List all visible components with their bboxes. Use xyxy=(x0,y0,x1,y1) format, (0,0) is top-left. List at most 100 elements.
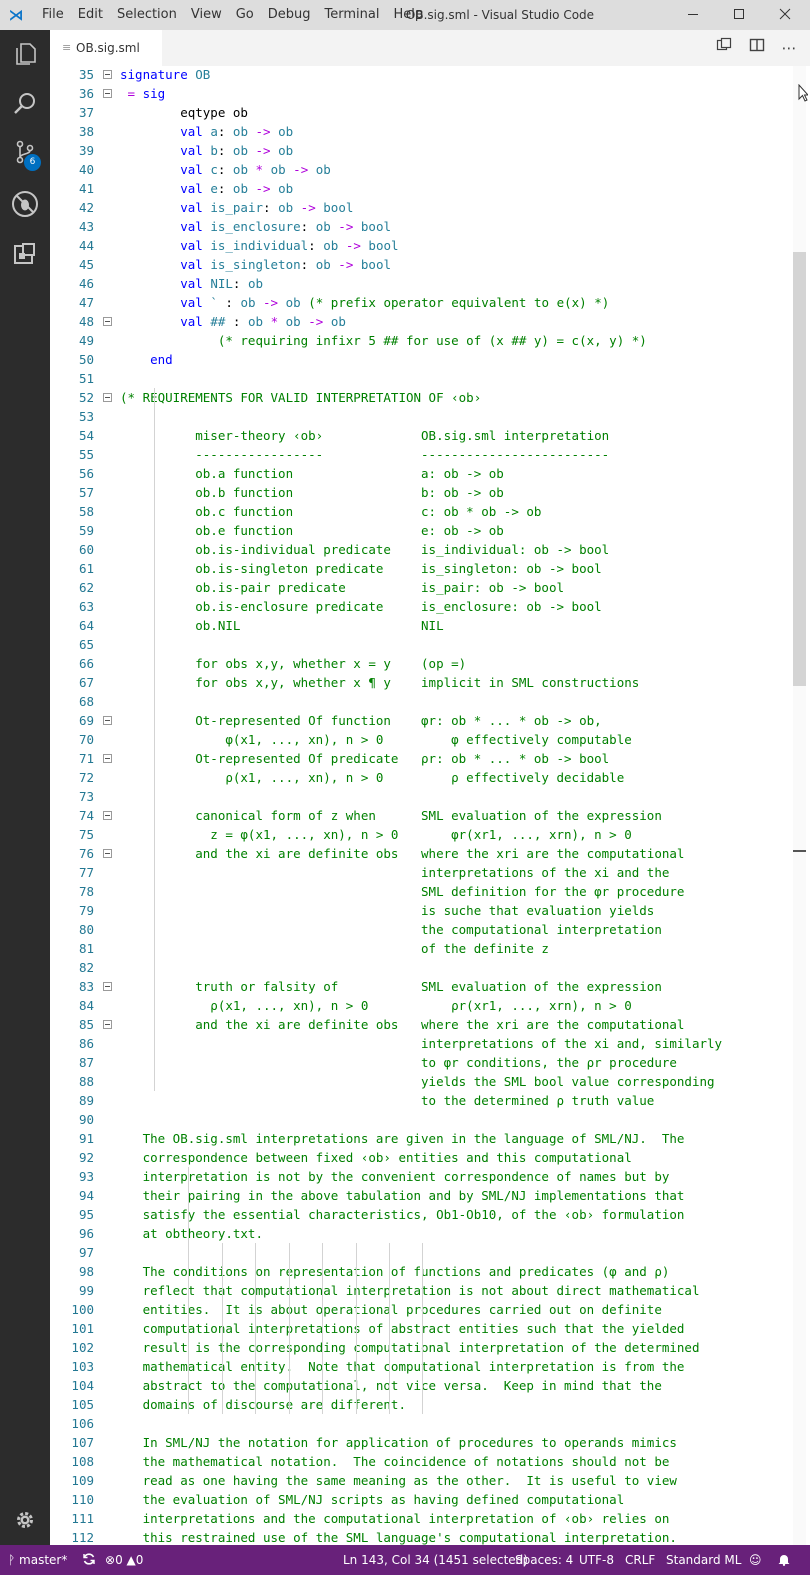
code-line[interactable]: 36 = sig xyxy=(50,84,800,103)
minimize-button[interactable] xyxy=(670,0,716,30)
code-line[interactable]: 38 val a: ob -> ob xyxy=(50,122,800,141)
code-line[interactable]: 67 for obs x,y, whether x ¶ y implicit i… xyxy=(50,673,800,692)
code-line[interactable]: 35 signature OB xyxy=(50,66,800,84)
code-line[interactable]: 80 the computational interpretation xyxy=(50,920,800,939)
code-line[interactable]: 63 ob.is-enclosure predicate is_enclosur… xyxy=(50,597,800,616)
code-line[interactable]: 53 xyxy=(50,407,800,426)
code-line[interactable]: 96 at obtheory.txt. xyxy=(50,1224,800,1243)
menu-selection[interactable]: Selection xyxy=(110,0,184,30)
code-line[interactable]: 94 their pairing in the above tabulation… xyxy=(50,1186,800,1205)
code-line[interactable]: 74 canonical form of z when SML evaluati… xyxy=(50,806,800,825)
code-line[interactable]: 48 val ## : ob * ob -> ob xyxy=(50,312,800,331)
branch-status[interactable]: ᚹ master* xyxy=(8,1545,67,1575)
extensions-button[interactable] xyxy=(0,230,50,278)
code-line[interactable]: 62 ob.is-pair predicate is_pair: ob -> b… xyxy=(50,578,800,597)
code-line[interactable]: 98 The conditions on representation of f… xyxy=(50,1262,800,1281)
code-line[interactable]: 61 ob.is-singleton predicate is_singleto… xyxy=(50,559,800,578)
feedback-button[interactable]: ☺ xyxy=(749,1545,762,1575)
code-line[interactable]: 40 val c: ob * ob -> ob xyxy=(50,160,800,179)
code-line[interactable]: 73 xyxy=(50,787,800,806)
code-line[interactable]: 110 the evaluation of SML/NJ scripts as … xyxy=(50,1490,800,1509)
code-line[interactable]: 47 val ` : ob -> ob (* prefix operator e… xyxy=(50,293,800,312)
code-line[interactable]: 56 ob.a function a: ob -> ob xyxy=(50,464,800,483)
more-actions-button[interactable]: ⋯ xyxy=(776,30,802,66)
open-changes-button[interactable] xyxy=(711,30,737,66)
code-line[interactable]: 51 xyxy=(50,369,800,388)
menu-debug[interactable]: Debug xyxy=(261,0,318,30)
fold-toggle-icon[interactable] xyxy=(103,811,112,820)
code-line[interactable]: 58 ob.c function c: ob * ob -> ob xyxy=(50,502,800,521)
close-button[interactable] xyxy=(762,0,808,30)
code-editor[interactable]: 35 signature OB 36 = sig 37 eqtype ob 38 val… xyxy=(50,66,810,1545)
code-line[interactable]: 68 xyxy=(50,692,800,711)
explorer-button[interactable] xyxy=(0,30,50,78)
code-line[interactable]: 66 for obs x,y, whether x = y (op =) xyxy=(50,654,800,673)
fold-toggle-icon[interactable] xyxy=(103,89,112,98)
code-line[interactable]: 95 satisfy the essential characteristics… xyxy=(50,1205,800,1224)
scrollbar-thumb[interactable] xyxy=(793,252,806,686)
code-line[interactable]: 81 of the definite z xyxy=(50,939,800,958)
menu-view[interactable]: View xyxy=(184,0,229,30)
code-line[interactable]: 75 z = φ(x1, ..., xn), n > 0 φr(xr1, ...… xyxy=(50,825,800,844)
code-line[interactable]: 86 interpretations of the xi and, simila… xyxy=(50,1034,800,1053)
code-line[interactable]: 60 ob.is-individual predicate is_individ… xyxy=(50,540,800,559)
code-line[interactable]: 97 xyxy=(50,1243,800,1262)
fold-toggle-icon[interactable] xyxy=(103,849,112,858)
code-line[interactable]: 85 and the xi are definite obs where the… xyxy=(50,1015,800,1034)
cursor-position[interactable]: Ln 143, Col 34 (1451 selected) xyxy=(343,1545,528,1575)
code-line[interactable]: 39 val b: ob -> ob xyxy=(50,141,800,160)
code-line[interactable]: 82 xyxy=(50,958,800,977)
code-line[interactable]: 69 Ot-represented Of function φr: ob * .… xyxy=(50,711,800,730)
search-button[interactable] xyxy=(0,80,50,128)
code-line[interactable]: 102 result is the corresponding computat… xyxy=(50,1338,800,1357)
code-line[interactable]: 65 xyxy=(50,635,800,654)
fold-toggle-icon[interactable] xyxy=(103,70,112,79)
code-line[interactable]: 43 val is_enclosure: ob -> bool xyxy=(50,217,800,236)
code-line[interactable]: 93 interpretation is not by the convenie… xyxy=(50,1167,800,1186)
code-line[interactable]: 52 (* REQUIREMENTS FOR VALID INTERPRETATI… xyxy=(50,388,800,407)
code-line[interactable]: 90 xyxy=(50,1110,800,1129)
code-line[interactable]: 88 yields the SML bool value correspondi… xyxy=(50,1072,800,1091)
code-line[interactable]: 105 domains of discourse are different. xyxy=(50,1395,800,1414)
menu-edit[interactable]: Edit xyxy=(71,0,110,30)
code-line[interactable]: 77 interpretations of the xi and the xyxy=(50,863,800,882)
code-line[interactable]: 100 entities. It is about operational pr… xyxy=(50,1300,800,1319)
fold-toggle-icon[interactable] xyxy=(103,716,112,725)
debug-button[interactable] xyxy=(0,180,50,228)
code-line[interactable]: 78 SML definition for the φr procedure xyxy=(50,882,800,901)
fold-toggle-icon[interactable] xyxy=(103,1020,112,1029)
code-line[interactable]: 37 eqtype ob xyxy=(50,103,800,122)
split-editor-button[interactable] xyxy=(744,30,770,66)
code-line[interactable]: 59 ob.e function e: ob -> ob xyxy=(50,521,800,540)
code-line[interactable]: 111 interpretations and the computationa… xyxy=(50,1509,800,1528)
code-line[interactable]: 103 mathematical entity. Note that compu… xyxy=(50,1357,800,1376)
code-line[interactable]: 108 the mathematical notation. The coinc… xyxy=(50,1452,800,1471)
code-line[interactable]: 79 is suche that evaluation yields xyxy=(50,901,800,920)
code-line[interactable]: 106 xyxy=(50,1414,800,1433)
fold-toggle-icon[interactable] xyxy=(103,393,112,402)
manage-button[interactable] xyxy=(0,1496,50,1544)
fold-toggle-icon[interactable] xyxy=(103,754,112,763)
code-line[interactable]: 44 val is_individual: ob -> bool xyxy=(50,236,800,255)
vertical-scrollbar[interactable] xyxy=(793,66,806,1545)
menu-file[interactable]: File xyxy=(35,0,71,30)
language-mode[interactable]: Standard ML xyxy=(666,1545,741,1575)
code-line[interactable]: 107 In SML/NJ the notation for applicati… xyxy=(50,1433,800,1452)
tab-ob-sig-sml[interactable]: ≡ OB.sig.sml xyxy=(50,30,162,66)
menu-go[interactable]: Go xyxy=(229,0,261,30)
sync-button[interactable] xyxy=(82,1545,96,1575)
notifications-button[interactable] xyxy=(778,1545,790,1575)
code-line[interactable]: 72 ρ(x1, ..., xn), n > 0 ρ effectively d… xyxy=(50,768,800,787)
code-line[interactable]: 99 reflect that computational interpreta… xyxy=(50,1281,800,1300)
code-line[interactable]: 46 val NIL: ob xyxy=(50,274,800,293)
code-line[interactable]: 112 this restrained use of the SML langu… xyxy=(50,1528,800,1545)
code-line[interactable]: 91 The OB.sig.sml interpretations are gi… xyxy=(50,1129,800,1148)
code-line[interactable]: 70 φ(x1, ..., xn), n > 0 φ effectively c… xyxy=(50,730,800,749)
code-line[interactable]: 49 (* requiring infixr 5 ## for use of (… xyxy=(50,331,800,350)
code-line[interactable]: 109 read as one having the same meaning … xyxy=(50,1471,800,1490)
code-line[interactable]: 83 truth or falsity of SML evaluation of… xyxy=(50,977,800,996)
encoding-status[interactable]: UTF-8 xyxy=(579,1545,614,1575)
code-line[interactable]: 89 to the determined ρ truth value xyxy=(50,1091,800,1110)
code-line[interactable]: 45 val is_singleton: ob -> bool xyxy=(50,255,800,274)
code-line[interactable]: 71 Ot-represented Of predicate ρr: ob * … xyxy=(50,749,800,768)
